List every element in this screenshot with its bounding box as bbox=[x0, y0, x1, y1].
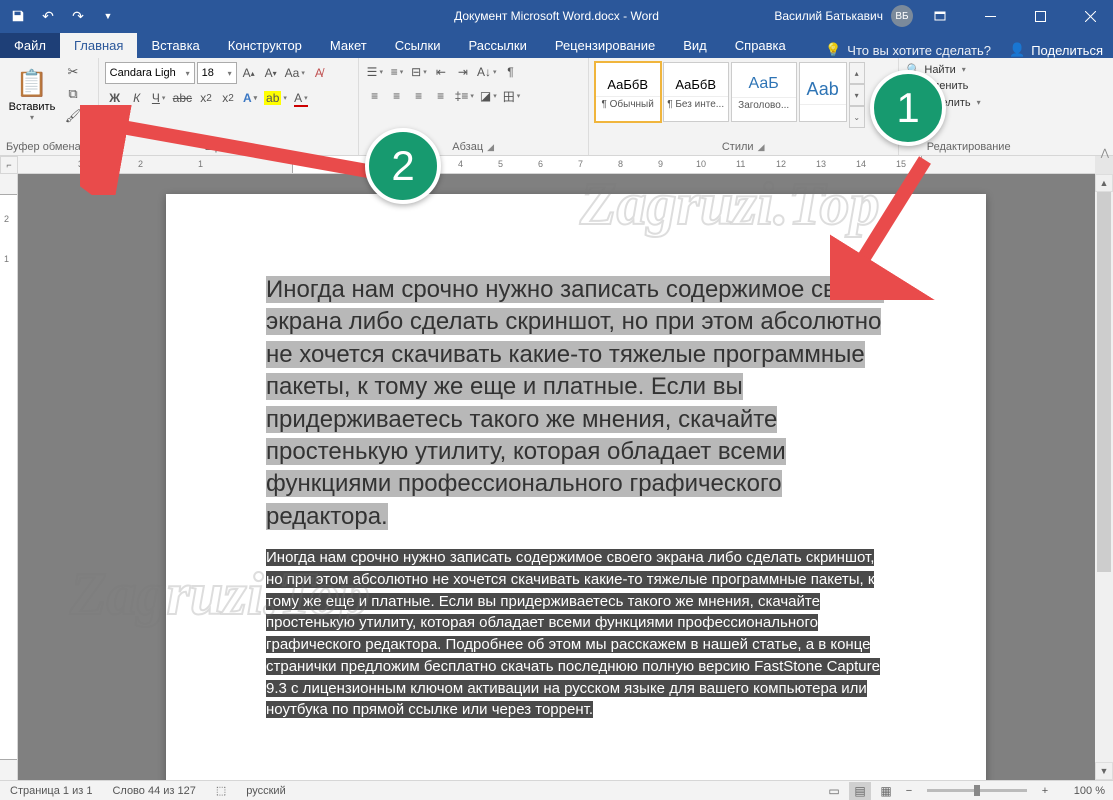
document-title: Документ Microsoft Word.docx - Word bbox=[454, 9, 659, 23]
print-layout-button[interactable]: ▤ bbox=[849, 782, 871, 800]
style-normal[interactable]: АаБбВ ¶ Обычный bbox=[595, 62, 661, 122]
user-name[interactable]: Василий Батькавич bbox=[774, 9, 883, 23]
borders-button[interactable]: 田 bbox=[501, 86, 523, 106]
tab-mailings[interactable]: Рассылки bbox=[454, 33, 540, 58]
title-bar: ↶ ↷ ▼ Документ Microsoft Word.docx - Wor… bbox=[0, 0, 1113, 32]
paste-button[interactable]: 📋 Вставить ▾ bbox=[6, 62, 58, 128]
paragraph-2[interactable]: Иногда нам срочно нужно записать содержи… bbox=[266, 547, 886, 721]
zoom-slider[interactable] bbox=[927, 789, 1027, 792]
ribbon-tabs: Файл Главная Вставка Конструктор Макет С… bbox=[0, 32, 1113, 58]
clipboard-icon: 📋 bbox=[16, 68, 48, 99]
font-size-selector[interactable]: 18▾ bbox=[197, 62, 237, 84]
qat-customize-button[interactable]: ▼ bbox=[94, 2, 122, 30]
maximize-button[interactable] bbox=[1017, 0, 1063, 32]
style-heading1[interactable]: АаБ Заголово... bbox=[731, 62, 797, 122]
language-status[interactable]: русский bbox=[236, 785, 295, 797]
align-left-button[interactable]: ≡ bbox=[365, 86, 385, 106]
paragraph-1[interactable]: Иногда нам срочно нужно записать содержи… bbox=[266, 274, 886, 533]
tell-me-search[interactable]: 💡 Что вы хотите сделать? bbox=[825, 42, 991, 58]
grow-font-button[interactable]: A▴ bbox=[239, 63, 259, 83]
ruler-corner[interactable]: ⌐ bbox=[0, 156, 18, 174]
clear-formatting-button[interactable]: A̸ bbox=[309, 63, 329, 83]
align-center-button[interactable]: ≡ bbox=[387, 86, 407, 106]
share-button[interactable]: 👤 Поделиться bbox=[1009, 42, 1103, 58]
multilevel-button[interactable]: ⊟ bbox=[409, 62, 429, 82]
increase-indent-button[interactable]: ⇥ bbox=[453, 62, 473, 82]
minimize-button[interactable] bbox=[967, 0, 1013, 32]
style-no-spacing[interactable]: АаБбВ ¶ Без инте... bbox=[663, 62, 729, 122]
tab-help[interactable]: Справка bbox=[721, 33, 800, 58]
justify-button[interactable]: ≡ bbox=[431, 86, 451, 106]
user-avatar[interactable]: ВБ bbox=[891, 5, 913, 27]
ribbon-display-button[interactable] bbox=[917, 0, 963, 32]
tab-review[interactable]: Рецензирование bbox=[541, 33, 669, 58]
align-right-button[interactable]: ≡ bbox=[409, 86, 429, 106]
scroll-thumb[interactable] bbox=[1097, 192, 1111, 572]
word-count-status[interactable]: Слово 44 из 127 bbox=[102, 785, 205, 797]
annotation-badge-1: 1 bbox=[870, 70, 946, 146]
collapse-ribbon-button[interactable]: ⋀ bbox=[1101, 148, 1109, 159]
show-marks-button[interactable]: ¶ bbox=[500, 62, 520, 82]
vertical-scrollbar[interactable]: ▲ ▼ bbox=[1095, 174, 1113, 780]
shading-button[interactable]: ◪ bbox=[478, 86, 499, 106]
spellcheck-status[interactable]: ⬚ bbox=[206, 784, 236, 797]
tab-file[interactable]: Файл bbox=[0, 33, 60, 58]
read-mode-button[interactable]: ▭ bbox=[823, 782, 845, 800]
share-icon: 👤 bbox=[1009, 42, 1025, 58]
change-case-button[interactable]: Aa bbox=[283, 63, 307, 83]
lightbulb-icon: 💡 bbox=[825, 42, 841, 58]
tab-insert[interactable]: Вставка bbox=[137, 33, 213, 58]
shrink-font-button[interactable]: A▾ bbox=[261, 63, 281, 83]
zoom-out-button[interactable]: − bbox=[901, 785, 917, 797]
copy-button[interactable]: ⧉ bbox=[62, 84, 84, 104]
scroll-down-button[interactable]: ▼ bbox=[1095, 762, 1113, 780]
numbering-button[interactable]: ≡ bbox=[387, 62, 407, 82]
annotation-arrow-2 bbox=[80, 105, 410, 195]
annotation-arrow-1 bbox=[830, 140, 960, 300]
save-button[interactable] bbox=[4, 2, 32, 30]
sort-button[interactable]: A↓ bbox=[475, 62, 499, 82]
zoom-in-button[interactable]: + bbox=[1037, 785, 1053, 797]
paragraph-launcher[interactable]: ◢ bbox=[487, 142, 494, 153]
style-heading2[interactable]: Ааb bbox=[799, 62, 847, 122]
scroll-up-button[interactable]: ▲ bbox=[1095, 174, 1113, 192]
tab-layout[interactable]: Макет bbox=[316, 33, 381, 58]
tab-view[interactable]: Вид bbox=[669, 33, 721, 58]
tab-home[interactable]: Главная bbox=[60, 33, 137, 58]
font-name-selector[interactable]: Candara Ligh▾ bbox=[105, 62, 195, 84]
styles-launcher[interactable]: ◢ bbox=[758, 142, 765, 153]
web-layout-button[interactable]: ▦ bbox=[875, 782, 897, 800]
decrease-indent-button[interactable]: ⇤ bbox=[431, 62, 451, 82]
styles-more-button[interactable]: ▴▾⌄ bbox=[849, 62, 865, 128]
annotation-badge-2: 2 bbox=[365, 128, 441, 204]
redo-button[interactable]: ↷ bbox=[64, 2, 92, 30]
status-bar: Страница 1 из 1 Слово 44 из 127 ⬚ русски… bbox=[0, 780, 1113, 800]
tab-references[interactable]: Ссылки bbox=[381, 33, 455, 58]
page-status[interactable]: Страница 1 из 1 bbox=[0, 785, 102, 797]
vertical-ruler[interactable]: 2 1 bbox=[0, 174, 18, 780]
zoom-level[interactable]: 100 % bbox=[1057, 785, 1105, 797]
tab-design[interactable]: Конструктор bbox=[214, 33, 316, 58]
undo-button[interactable]: ↶ bbox=[34, 2, 62, 30]
cut-button[interactable]: ✂ bbox=[62, 62, 84, 82]
line-spacing-button[interactable]: ‡≡ bbox=[453, 86, 476, 106]
close-button[interactable] bbox=[1067, 0, 1113, 32]
bullets-button[interactable]: ☰ bbox=[365, 62, 385, 82]
